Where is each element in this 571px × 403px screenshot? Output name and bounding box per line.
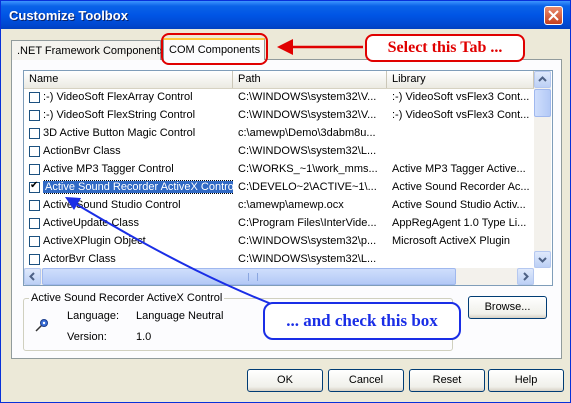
dialog-window: Customize Toolbox .NET Framework Compone… (0, 0, 571, 403)
select-tab-callout: Select this Tab ... (365, 34, 525, 62)
check-box-callout: ... and check this box (263, 302, 461, 340)
